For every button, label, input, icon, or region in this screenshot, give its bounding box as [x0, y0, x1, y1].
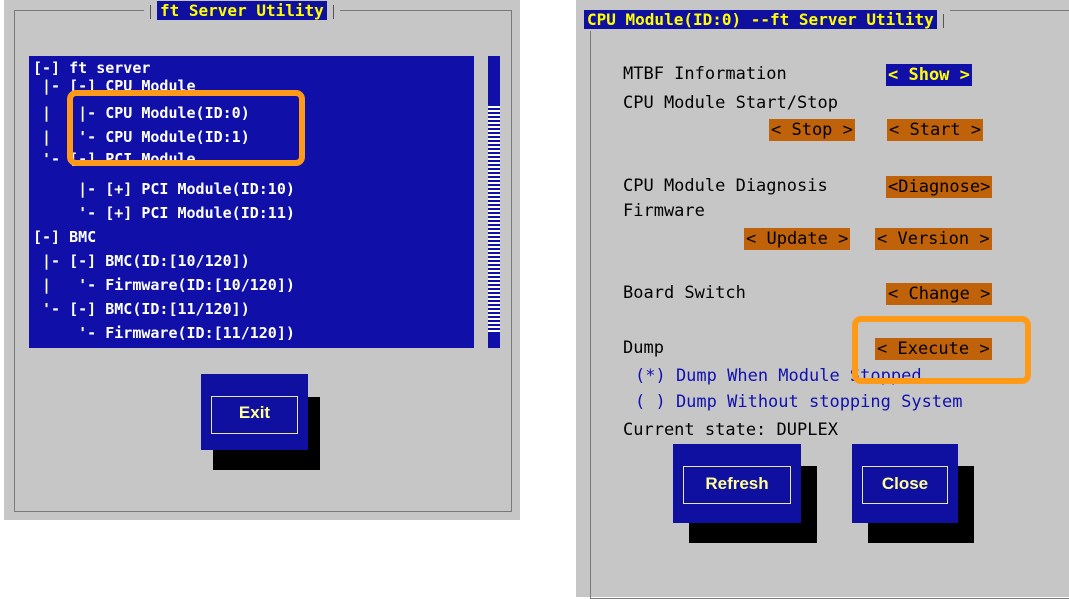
left-dialog-title: ft Server Utility [157, 1, 327, 20]
dump-without-stopping-radio[interactable]: ( ) Dump Without stopping System [635, 392, 963, 412]
tree-item[interactable]: '- Firmware(ID:[11/120]) [33, 324, 295, 342]
stop-button[interactable]: < Stop > [769, 119, 855, 141]
start-stop-label: CPU Module Start/Stop [623, 93, 838, 113]
tree-item[interactable]: |- [+] PCI Module(ID:10) [33, 180, 295, 198]
exit-button-label: Exit [238, 403, 271, 422]
update-button[interactable]: < Update > [744, 228, 851, 250]
refresh-button[interactable]: Refresh [673, 444, 801, 523]
right-dialog-title: CPU Module(ID:0) --ft Server Utility [584, 10, 937, 29]
mtbf-label: MTBF Information [623, 64, 787, 84]
left-dialog: ft Server Utility [-] ft server |- [-] C… [4, 0, 520, 520]
diagnosis-label: CPU Module Diagnosis [623, 176, 828, 196]
tree-scrollbar-thumb[interactable] [488, 104, 500, 332]
tree-item[interactable]: '- [+] PCI Module(ID:11) [33, 204, 295, 222]
version-button[interactable]: < Version > [875, 228, 992, 250]
right-dialog-title-strip: CPU Module(ID:0) --ft Server Utility [584, 9, 950, 31]
close-button-label: Close [881, 474, 929, 493]
dump-label: Dump [623, 338, 664, 358]
tree-scrollbar[interactable] [488, 56, 500, 348]
start-button[interactable]: < Start > [887, 119, 984, 141]
cpu-modules-highlight [67, 90, 305, 166]
diagnose-button[interactable]: <Diagnose> [886, 176, 993, 198]
refresh-button-label: Refresh [705, 474, 769, 493]
tree-item[interactable]: [-] ft server [33, 59, 150, 77]
tree-item[interactable]: [-] BMC [33, 228, 96, 246]
firmware-label: Firmware [623, 201, 705, 221]
tree-item[interactable]: | '- Firmware(ID:[10/120]) [33, 276, 295, 294]
tree-item[interactable]: '- [-] BMC(ID:[11/120]) [33, 300, 250, 318]
show-button[interactable]: < Show > [886, 64, 972, 86]
execute-highlight [852, 316, 1031, 384]
tree-item[interactable]: |- [-] BMC(ID:[10/120]) [33, 252, 250, 270]
exit-button[interactable]: Exit [201, 374, 308, 450]
left-dialog-title-strip: ft Server Utility [144, 0, 340, 22]
board-switch-label: Board Switch [623, 283, 746, 303]
current-state-text: Current state: DUPLEX [623, 420, 838, 440]
change-button[interactable]: < Change > [886, 283, 993, 305]
right-dialog: CPU Module(ID:0) --ft Server Utility MTB… [576, 0, 1069, 599]
close-button[interactable]: Close [852, 444, 958, 523]
